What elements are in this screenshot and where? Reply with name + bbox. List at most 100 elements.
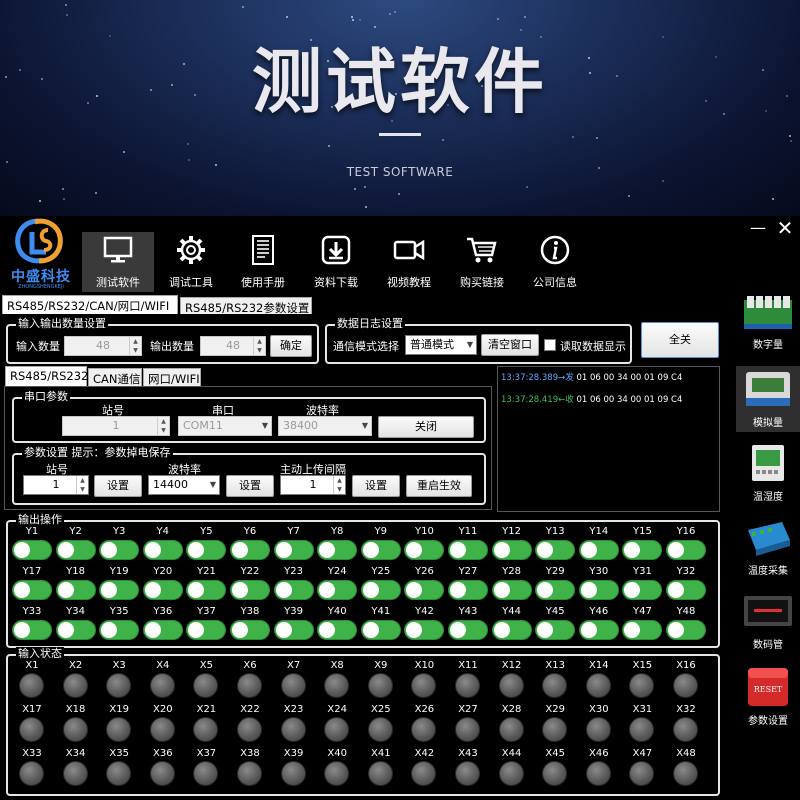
output-toggle[interactable] xyxy=(404,620,445,640)
nav-label: 公司信息 xyxy=(533,276,577,289)
sidebar-temp-humidity[interactable]: 温湿度 xyxy=(736,440,800,506)
output-toggle[interactable] xyxy=(273,580,314,600)
subtab-rs485-rs232[interactable]: RS485/RS232 xyxy=(5,366,88,386)
nav-debug-tools[interactable]: 调试工具 xyxy=(155,232,227,292)
output-toggle[interactable] xyxy=(12,540,52,560)
input-label: X46 xyxy=(589,748,609,759)
output-toggle[interactable] xyxy=(491,620,532,640)
spinner-arrows-icon[interactable]: ▲ ▼ xyxy=(129,337,141,355)
restart-apply-button[interactable]: 重启生效 xyxy=(406,475,472,497)
clear-window-button[interactable]: 清空窗口 xyxy=(481,334,539,356)
set-baud-button[interactable]: 设置 xyxy=(226,475,274,497)
minimize-button[interactable]: — xyxy=(748,218,768,238)
set-station-button[interactable]: 设置 xyxy=(94,475,142,497)
output-toggle[interactable] xyxy=(360,580,401,600)
spinner-arrows-icon[interactable]: ▲ ▼ xyxy=(333,476,345,494)
output-toggle[interactable] xyxy=(273,620,314,640)
output-toggle[interactable] xyxy=(448,540,488,560)
output-toggle[interactable] xyxy=(55,580,96,600)
output-toggle[interactable] xyxy=(12,580,52,600)
input-label: X11 xyxy=(458,660,478,671)
output-toggle[interactable] xyxy=(578,620,619,640)
input-label: X45 xyxy=(545,748,565,759)
baud-select[interactable]: 38400 ▼ xyxy=(278,416,372,436)
all-off-button[interactable]: 全关 xyxy=(641,322,719,358)
subtab-network-wifi[interactable]: 网口/WIFI xyxy=(143,368,201,387)
output-toggle[interactable] xyxy=(142,620,183,640)
sidebar-analog[interactable]: 模拟量 xyxy=(736,366,800,432)
sidebar-param-settings[interactable]: RESET 参数设置 xyxy=(736,664,800,730)
param-baud-select[interactable]: 14400 ▼ xyxy=(148,475,220,495)
output-toggle[interactable] xyxy=(491,540,532,560)
read-display-checkbox[interactable] xyxy=(544,339,556,351)
tab-rs485-rs232-can-net-wifi[interactable]: RS485/RS232/CAN/网口/WIFI xyxy=(2,295,178,315)
spinner-arrows-icon[interactable]: ▲ ▼ xyxy=(76,476,88,494)
mode-select[interactable]: 普通模式 ▼ xyxy=(405,335,477,355)
output-toggle[interactable] xyxy=(186,620,227,640)
close-button[interactable]: ✕ xyxy=(774,216,796,240)
sidebar-digital[interactable]: 数字量 xyxy=(736,288,800,354)
output-label: Y38 xyxy=(240,606,260,617)
output-toggle[interactable] xyxy=(360,540,401,560)
output-toggle[interactable] xyxy=(622,540,663,560)
param-station-spinner[interactable]: 1 ▲ ▼ xyxy=(23,475,89,495)
output-toggle[interactable] xyxy=(12,620,52,640)
output-toggle[interactable] xyxy=(142,580,183,600)
set-interval-button[interactable]: 设置 xyxy=(352,475,400,497)
toggle-knob xyxy=(406,582,423,598)
output-toggle[interactable] xyxy=(535,540,576,560)
output-toggle[interactable] xyxy=(55,620,96,640)
output-toggle[interactable] xyxy=(99,620,140,640)
output-toggle[interactable] xyxy=(666,580,706,600)
station-spinner[interactable]: 1 ▲ ▼ xyxy=(62,416,170,436)
output-toggle[interactable] xyxy=(448,620,488,640)
output-toggle[interactable] xyxy=(99,580,140,600)
input-label: X26 xyxy=(414,704,435,715)
nav-company-info[interactable]: 公司信息 xyxy=(519,232,591,292)
output-toggle[interactable] xyxy=(230,540,270,560)
port-select[interactable]: COM11 ▼ xyxy=(178,416,272,436)
confirm-button[interactable]: 确定 xyxy=(270,335,312,357)
output-toggle[interactable] xyxy=(491,580,532,600)
input-label: X36 xyxy=(153,748,173,759)
output-toggle[interactable] xyxy=(230,580,270,600)
output-toggle[interactable] xyxy=(99,540,140,560)
data-log[interactable]: 13:37:28.389→发 01 06 00 34 00 01 09 C4 1… xyxy=(497,366,720,512)
nav-downloads[interactable]: 资料下载 xyxy=(300,232,372,292)
subtab-can[interactable]: CAN通信 xyxy=(88,368,142,387)
output-toggle[interactable] xyxy=(186,580,227,600)
nav-test-software[interactable]: 测试软件 xyxy=(82,232,154,292)
output-toggle[interactable] xyxy=(404,580,445,600)
output-toggle[interactable] xyxy=(186,540,227,560)
output-toggle[interactable] xyxy=(317,580,358,600)
sidebar-temperature[interactable]: 温度采集 xyxy=(736,514,800,580)
output-toggle[interactable] xyxy=(666,620,706,640)
output-toggle[interactable] xyxy=(578,540,619,560)
nav-video-tutorials[interactable]: 视频教程 xyxy=(373,232,445,292)
sidebar-digital-tube[interactable]: 数码管 xyxy=(736,588,800,654)
output-count-spinner[interactable]: 48 ▲ ▼ xyxy=(200,336,266,356)
output-toggle[interactable] xyxy=(142,540,183,560)
output-toggle[interactable] xyxy=(578,580,619,600)
input-count-spinner[interactable]: 48 ▲ ▼ xyxy=(64,336,142,356)
nav-purchase-link[interactable]: 购买链接 xyxy=(446,232,518,292)
output-toggle[interactable] xyxy=(273,540,314,560)
spinner-arrows-icon[interactable]: ▲ ▼ xyxy=(253,337,265,355)
output-toggle[interactable] xyxy=(404,540,445,560)
spinner-arrows-icon[interactable]: ▲ ▼ xyxy=(157,417,169,435)
output-toggle[interactable] xyxy=(55,540,96,560)
output-toggle[interactable] xyxy=(666,540,706,560)
output-toggle[interactable] xyxy=(448,580,488,600)
output-toggle[interactable] xyxy=(535,620,576,640)
output-toggle[interactable] xyxy=(230,620,270,640)
input-indicator xyxy=(149,717,175,742)
output-toggle[interactable] xyxy=(535,580,576,600)
output-toggle[interactable] xyxy=(317,540,358,560)
close-port-button[interactable]: 关闭 xyxy=(378,416,474,438)
output-toggle[interactable] xyxy=(622,620,663,640)
output-toggle[interactable] xyxy=(360,620,401,640)
output-toggle[interactable] xyxy=(317,620,358,640)
nav-user-manual[interactable]: 使用手册 xyxy=(227,232,299,292)
upload-interval-spinner[interactable]: 1 ▲ ▼ xyxy=(280,475,346,495)
output-toggle[interactable] xyxy=(622,580,663,600)
